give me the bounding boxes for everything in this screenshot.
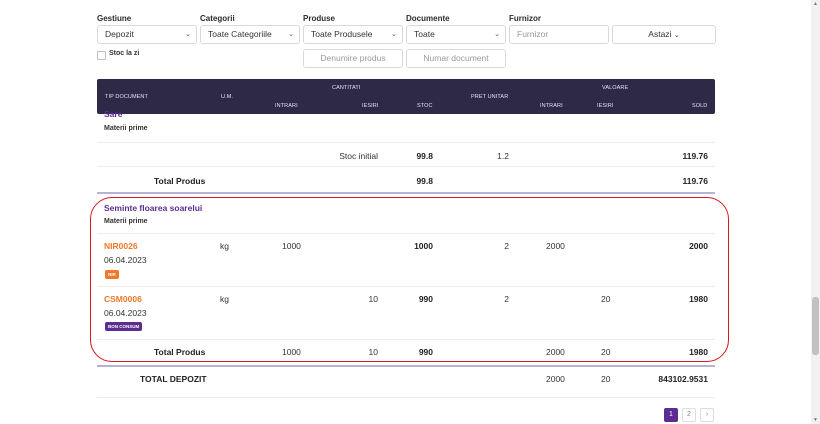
- produse-value: Toate Produsele: [311, 29, 373, 39]
- page-scrollbar[interactable]: ▲ ▼: [811, 0, 820, 424]
- documente-select[interactable]: Toate ⌄: [406, 25, 506, 44]
- date-range-button[interactable]: Astazi ⌄: [612, 25, 716, 44]
- col-sold: SOLD: [692, 103, 708, 109]
- furnizor-input[interactable]: Furnizor: [509, 25, 609, 44]
- chevron-down-icon: ⌄: [673, 32, 680, 39]
- col-tip-document: TIP DOCUMENT: [105, 94, 148, 100]
- col-intrari: INTRARI: [275, 103, 298, 109]
- total-depozit-valoare-intrari: 2000: [546, 374, 565, 384]
- categorii-label: Categorii: [200, 14, 235, 23]
- date-range-label: Astazi: [648, 29, 672, 39]
- stoc-value: 99.8: [416, 151, 433, 161]
- col-valoare-iesiri: IESIRI: [597, 103, 614, 109]
- col-stoc: STOC: [417, 103, 433, 109]
- categorii-select[interactable]: Toate Categoriile ⌄: [200, 25, 300, 44]
- stoc-la-zi-label: Stoc la zi: [109, 50, 140, 57]
- denumire-produs-input[interactable]: Denumire produs: [303, 49, 403, 68]
- chevron-down-icon: ⌄: [391, 31, 397, 38]
- numar-document-input[interactable]: Numar document: [406, 49, 506, 68]
- gestiune-select[interactable]: Depozit ⌄: [97, 25, 197, 44]
- stoc-la-zi-checkbox[interactable]: [97, 51, 106, 60]
- col-pret-unitar: PRET UNITAR: [471, 94, 509, 100]
- product-divider: [97, 192, 715, 194]
- chevron-down-icon: ⌄: [185, 31, 191, 38]
- product-divider: [97, 365, 715, 367]
- chevron-down-icon: ⌄: [288, 31, 294, 38]
- total-depozit-sold: 843102.9531: [658, 374, 708, 384]
- product-name[interactable]: Sare: [104, 109, 122, 119]
- product-category: Materii prime: [104, 125, 148, 132]
- total-produs-label: Total Produs: [154, 176, 206, 186]
- furnizor-label: Furnizor: [509, 14, 541, 23]
- chevron-down-icon: ⌄: [494, 31, 500, 38]
- row-divider: [97, 397, 715, 398]
- col-valoare: VALOARE: [602, 85, 629, 91]
- col-cantitati: CANTITATI: [332, 85, 361, 91]
- sold-value: 119.76: [682, 151, 708, 161]
- row-divider: [97, 142, 715, 143]
- col-valoare-intrari: INTRARI: [540, 103, 563, 109]
- highlight-annotation: [90, 197, 729, 362]
- stoc-initial-label: Stoc initial: [339, 151, 378, 161]
- documente-value: Toate: [414, 29, 435, 39]
- produse-label: Produse: [303, 14, 336, 23]
- documente-label: Documente: [406, 14, 450, 23]
- produse-select[interactable]: Toate Produsele ⌄: [303, 25, 403, 44]
- categorii-value: Toate Categoriile: [208, 29, 272, 39]
- total-depozit-label: TOTAL DEPOZIT: [140, 374, 207, 384]
- scroll-up-icon[interactable]: ▲: [812, 1, 819, 7]
- total-stoc-value: 99.8: [416, 176, 433, 186]
- pagination-next-button[interactable]: ›: [700, 408, 714, 422]
- col-iesiri: IESIRI: [362, 103, 379, 109]
- pagination-page-2[interactable]: 2: [682, 408, 696, 422]
- total-sold-value: 119.76: [682, 176, 708, 186]
- table-header: TIP DOCUMENT U.M. CANTITATI INTRARI IESI…: [97, 79, 715, 114]
- gestiune-value: Depozit: [105, 29, 134, 39]
- row-divider: [97, 166, 715, 167]
- scrollbar-thumb[interactable]: [812, 297, 819, 355]
- col-um: U.M.: [221, 94, 234, 100]
- pagination-page-1[interactable]: 1: [664, 408, 678, 422]
- pret-unitar-value: 1.2: [497, 151, 509, 161]
- gestiune-label: Gestiune: [97, 14, 132, 23]
- scroll-down-icon[interactable]: ▼: [812, 417, 819, 423]
